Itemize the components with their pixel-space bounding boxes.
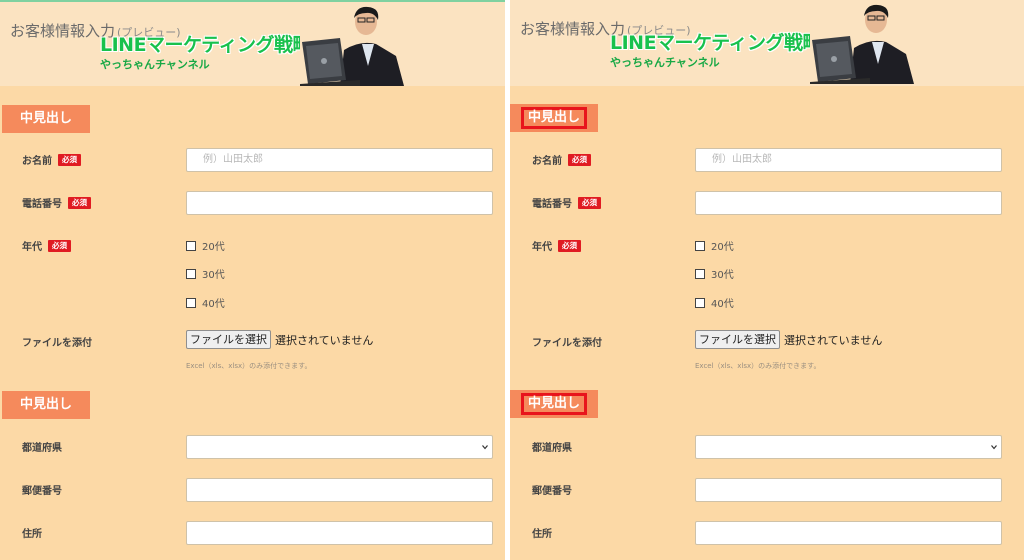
required-badge: 必須 [58,153,81,166]
checkbox[interactable] [695,268,705,279]
file-upload: ファイルを選択 選択されていません [695,330,882,349]
age-option-40s[interactable]: 40代 [186,295,225,310]
file-upload: ファイルを選択 選択されていません [186,330,373,349]
age-field-label: 年代 必須 [22,238,71,253]
required-badge: 必須 [578,196,601,209]
address-field-label: 住所 [22,529,42,540]
banner-channel-name: やっちゃんチャンネル [610,56,720,69]
file-hint-text: Excel（xls、xlsx）のみ添付できます。 [695,362,821,370]
age-option-30s[interactable]: 30代 [695,266,734,281]
section-heading-2-highlighted: 中見出し [510,390,598,418]
choose-file-button[interactable]: ファイルを選択 [695,330,780,349]
postal-code-input[interactable] [186,478,493,502]
header-banner: お客様情報入力 (プレビュー) LINEマーケティング戦略 やっちゃんチャンネル [510,0,1024,86]
phone-field-label: 電話番号 必須 [532,195,601,210]
required-badge: 必須 [568,153,591,166]
required-badge: 必須 [68,196,91,209]
address-input[interactable] [186,521,493,545]
age-field-label: 年代 必須 [532,238,581,253]
header-banner: お客様情報入力 (プレビュー) LINEマーケティング戦略 やっちゃんチャンネル [0,0,505,86]
banner-headline: LINEマーケティング戦略 [100,34,312,56]
phone-input[interactable] [695,191,1002,215]
banner-channel-name: やっちゃんチャンネル [100,58,210,71]
name-input[interactable]: 例）山田太郎 [186,148,493,172]
required-badge: 必須 [48,239,71,252]
file-hint-text: Excel（xls、xlsx）のみ添付できます。 [186,362,312,370]
name-input[interactable]: 例）山田太郎 [695,148,1002,172]
checkbox[interactable] [186,297,196,308]
age-option-30s[interactable]: 30代 [186,266,225,281]
age-option-40s[interactable]: 40代 [695,295,734,310]
form-preview-right: お客様情報入力 (プレビュー) LINEマーケティング戦略 やっちゃんチャンネル … [510,0,1024,560]
file-status-text: 選択されていません [784,333,883,347]
prefecture-select[interactable] [695,435,1002,459]
file-status-text: 選択されていません [275,333,374,347]
address-input[interactable] [695,521,1002,545]
file-field-label: ファイルを添付 [22,338,92,349]
choose-file-button[interactable]: ファイルを選択 [186,330,271,349]
section-heading-1-highlighted: 中見出し [510,104,598,132]
section-heading-1: 中見出し [2,105,90,133]
chevron-down-icon [482,445,488,450]
banner-headline: LINEマーケティング戦略 [610,32,822,54]
checkbox[interactable] [186,240,196,251]
checkbox[interactable] [695,297,705,308]
postal-code-input[interactable] [695,478,1002,502]
checkbox[interactable] [186,268,196,279]
presenter-with-laptop-image [300,4,404,86]
address-field-label: 住所 [532,529,552,540]
postal-code-field-label: 郵便番号 [532,486,572,497]
postal-code-field-label: 郵便番号 [22,486,62,497]
name-field-label: お名前 必須 [532,152,591,167]
phone-field-label: 電話番号 必須 [22,195,91,210]
checkbox[interactable] [695,240,705,251]
prefecture-field-label: 都道府県 [22,443,62,454]
file-field-label: ファイルを添付 [532,338,602,349]
prefecture-select[interactable] [186,435,493,459]
name-field-label: お名前 必須 [22,152,81,167]
form-preview-left: お客様情報入力 (プレビュー) LINEマーケティング戦略 やっちゃんチャンネル … [0,0,505,560]
prefecture-field-label: 都道府県 [532,443,572,454]
phone-input[interactable] [186,191,493,215]
section-heading-2: 中見出し [2,391,90,419]
chevron-down-icon [991,445,997,450]
presenter-with-laptop-image [810,2,914,84]
age-option-20s[interactable]: 20代 [695,238,734,253]
age-option-20s[interactable]: 20代 [186,238,225,253]
required-badge: 必須 [558,239,581,252]
